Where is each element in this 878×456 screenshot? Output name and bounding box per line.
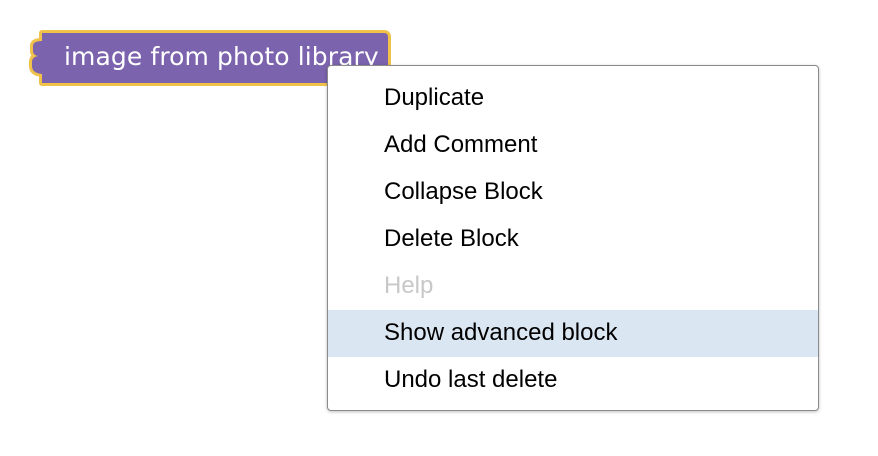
- menu-item-delete-block[interactable]: Delete Block: [328, 216, 818, 263]
- menu-item-collapse-block[interactable]: Collapse Block: [328, 169, 818, 216]
- menu-item-duplicate[interactable]: Duplicate: [328, 75, 818, 122]
- context-menu: Duplicate Add Comment Collapse Block Del…: [327, 65, 819, 411]
- menu-item-help: Help: [384, 272, 434, 299]
- menu-item-show-advanced-block[interactable]: Show advanced block: [328, 310, 818, 357]
- workspace[interactable]: image from photo library Duplicate Add C…: [0, 0, 878, 456]
- menu-item-add-comment[interactable]: Add Comment: [328, 122, 818, 169]
- menu-item-undo-last-delete[interactable]: Undo last delete: [328, 357, 818, 404]
